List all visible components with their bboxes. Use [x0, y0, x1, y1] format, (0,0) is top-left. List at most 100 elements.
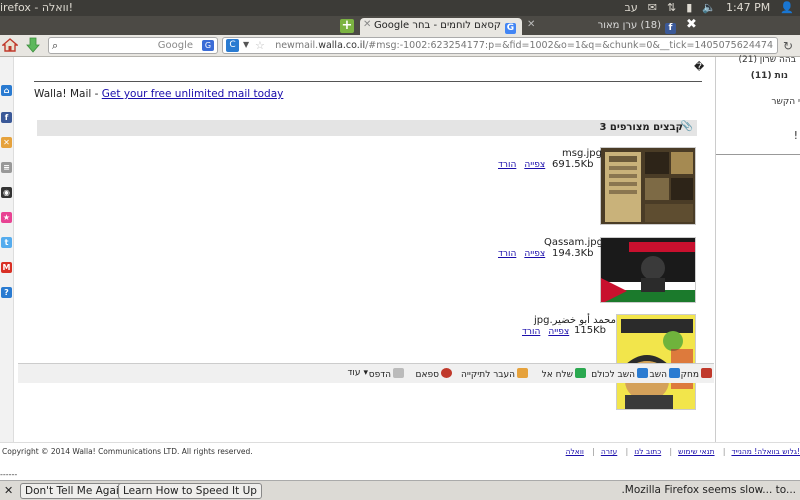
- new-tab-button[interactable]: +: [340, 19, 354, 33]
- divider: [716, 154, 800, 155]
- reply-all-button[interactable]: השב לכולם: [591, 368, 648, 380]
- twitter-sidebar-icon[interactable]: t: [1, 237, 12, 248]
- navigation-toolbar: ⌕ Google G C ▼ ☆ newmail.walla.co.il/#ms…: [0, 35, 800, 57]
- volume-icon[interactable]: 🔈: [702, 1, 716, 14]
- social-sidebar: ⌂ f ✕ ≡ ◉ ★ t M ?: [0, 57, 14, 442]
- view-link[interactable]: צפייה: [524, 249, 545, 259]
- attachment-thumbnail[interactable]: [600, 147, 696, 225]
- print-button[interactable]: הדפס: [369, 368, 404, 380]
- spam-icon: [441, 368, 452, 378]
- attachment-thumbnail[interactable]: [600, 237, 696, 303]
- download-link[interactable]: הורד: [522, 327, 540, 337]
- facebook-sidebar-icon[interactable]: f: [1, 112, 12, 123]
- attachments-count: 3 קבצים מצורפים: [599, 122, 683, 133]
- footer-links: גלוש בוואלה! מהנייד| תנאי שימוש| כתוב לנ…: [565, 447, 800, 456]
- message-action-bar: מחק השב השב לכולם שלח אל העבר לתיקייה ספ…: [18, 363, 714, 383]
- move-to-folder-button[interactable]: העבר לתיקייה: [461, 368, 528, 380]
- user-icon[interactable]: 👤: [780, 1, 794, 14]
- message-view: � Walla! Mail - Get your free unlimited …: [14, 57, 714, 442]
- footer-link-terms[interactable]: תנאי שימוש: [678, 447, 714, 456]
- reply-button[interactable]: השב: [650, 368, 680, 380]
- top-mark: �: [694, 62, 705, 73]
- search-icon: ⌕: [52, 39, 59, 52]
- clock[interactable]: 1:47 PM: [726, 1, 770, 14]
- view-link[interactable]: צפייה: [524, 160, 545, 170]
- delete-button[interactable]: מחק: [681, 368, 712, 380]
- attachment-size: 691.5Kb: [552, 159, 594, 170]
- search-placeholder: Google: [157, 40, 193, 51]
- attachment-thumbnail[interactable]: [616, 314, 696, 410]
- attachment-size: 194.3Kb: [552, 248, 594, 259]
- close-notification-icon[interactable]: ✕: [4, 484, 13, 497]
- chrome-sidebar-icon[interactable]: ◉: [1, 187, 12, 198]
- folders-panel: בהה שרון (21) נות (11) י הקשר !: [715, 55, 800, 442]
- tab-facebook[interactable]: f (18) ערן מאור: [524, 18, 682, 35]
- paperclip-icon: 📎: [680, 121, 693, 132]
- attachment-name: Qassam.jpg: [544, 237, 603, 248]
- delete-icon: [701, 368, 712, 378]
- footer-link-help[interactable]: עזרה: [601, 447, 617, 456]
- download-link[interactable]: הורד: [498, 249, 516, 259]
- dont-tell-me-again-button[interactable]: Don't Tell Me Again: [20, 483, 131, 499]
- spam-button[interactable]: ספאם: [416, 368, 452, 380]
- close-window-icon[interactable]: ✖: [686, 17, 697, 32]
- contacts-link[interactable]: י הקשר: [771, 97, 800, 107]
- google-search-engine-icon[interactable]: G: [202, 40, 214, 51]
- footer-link-contact[interactable]: כתוב לנו: [634, 447, 661, 456]
- battery-icon[interactable]: ▮: [686, 1, 692, 14]
- view-link[interactable]: צפייה: [548, 327, 569, 337]
- copyright-text: Copyright © 2014 Walla! Communications L…: [2, 447, 253, 456]
- system-top-bar: irefox - וואלה! עב ✉ ⇅ ▮ 🔈 1:47 PM 👤: [0, 0, 800, 16]
- gmail-sidebar-icon[interactable]: M: [1, 262, 12, 273]
- dropdown-arrow-icon[interactable]: ▼: [243, 40, 249, 49]
- close-tab-icon[interactable]: ✕: [363, 19, 371, 30]
- network-icon[interactable]: ⇅: [667, 1, 676, 14]
- divider: [34, 81, 702, 82]
- favorites-sidebar-icon[interactable]: ★: [1, 212, 12, 223]
- search-input[interactable]: ⌕ Google G: [48, 37, 218, 54]
- bookmark-star-icon[interactable]: ☆: [255, 39, 265, 52]
- facebook-icon: f: [665, 23, 676, 34]
- site-identity-icon[interactable]: C: [226, 39, 239, 52]
- slow-browser-notification: ✕ Don't Tell Me Again Learn How to Speed…: [0, 480, 800, 500]
- reload-icon[interactable]: ↻: [783, 39, 793, 53]
- walla-signature: Walla! Mail - Get your free unlimited ma…: [34, 88, 284, 100]
- folder-item[interactable]: נות (11): [751, 71, 788, 81]
- url-text: newmail.walla.co.il/#msg:-1002:623254177…: [275, 40, 773, 51]
- notification-message: .Mozilla Firefox seems slow... to...: [621, 484, 796, 496]
- attachment-links: צפייה הורד: [514, 327, 569, 337]
- tab-strip: f (18) ערן מאור G קסאם לוחמים - בחר Google: [0, 16, 800, 35]
- learn-speed-up-button[interactable]: Learn How to Speed It Up: [118, 483, 262, 499]
- google-icon: G: [505, 23, 516, 34]
- attachment-size: 115Kb: [574, 325, 606, 336]
- print-icon: [393, 368, 404, 378]
- screen: irefox - וואלה! עב ✉ ⇅ ▮ 🔈 1:47 PM 👤 f (1…: [0, 0, 800, 500]
- alert-mark: !: [793, 129, 798, 142]
- attachments-header: 3 קבצים מצורפים 📎: [37, 120, 697, 136]
- reader-sidebar-icon[interactable]: ≡: [1, 162, 12, 173]
- folder-item[interactable]: בהה שרון (21): [738, 55, 796, 65]
- help-sidebar-icon[interactable]: ?: [1, 287, 12, 298]
- reply-icon: [669, 368, 680, 378]
- footer-link-mobile[interactable]: גלוש בוואלה! מהנייד: [731, 447, 797, 456]
- more-button[interactable]: עוד ▾: [347, 368, 368, 378]
- walla-promo-link[interactable]: Get your free unlimited mail today: [102, 88, 284, 100]
- tab-google[interactable]: G קסאם לוחמים - בחר Google: [360, 18, 522, 35]
- home-sidebar-icon[interactable]: ⌂: [1, 85, 12, 96]
- tab-label: קסאם לוחמים - בחר Google: [373, 20, 501, 31]
- system-tray: עב ✉ ⇅ ▮ 🔈 1:47 PM 👤: [625, 1, 794, 14]
- page-footer: Copyright © 2014 Walla! Communications L…: [0, 442, 800, 462]
- keyboard-layout[interactable]: עב: [625, 1, 638, 14]
- tab-label: (18) ערן מאור: [597, 20, 661, 31]
- home-icon[interactable]: [2, 37, 18, 53]
- download-arrow-icon[interactable]: [25, 37, 41, 53]
- mail-icon[interactable]: ✉: [648, 1, 657, 14]
- delicious-sidebar-icon[interactable]: ✕: [1, 137, 12, 148]
- forward-button[interactable]: שלח אל: [542, 368, 586, 380]
- reply-all-icon: [637, 368, 648, 378]
- dashes: ------: [0, 470, 18, 479]
- download-link[interactable]: הורד: [498, 160, 516, 170]
- attachment-links: צפייה הורד: [490, 160, 545, 170]
- close-tab-icon[interactable]: ✕: [527, 19, 535, 30]
- url-bar[interactable]: C ▼ ☆ newmail.walla.co.il/#msg:-1002:623…: [222, 37, 778, 54]
